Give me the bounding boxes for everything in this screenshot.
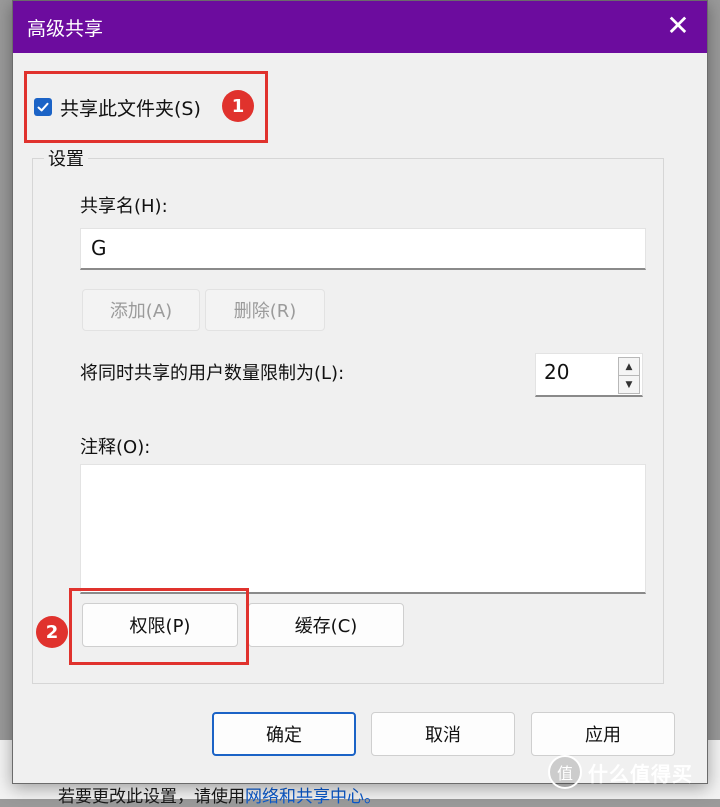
watermark-text: 什么值得买 — [588, 761, 693, 786]
ok-button[interactable]: 确定 — [212, 712, 356, 756]
user-limit-spinner[interactable]: 20 ▲ ▼ — [535, 353, 643, 397]
annotation-badge-2: 2 — [36, 616, 68, 648]
close-icon[interactable]: ✕ — [663, 11, 693, 41]
user-limit-label: 将同时共享的用户数量限制为(L): — [80, 363, 345, 384]
dialog-title: 高级共享 — [27, 18, 104, 40]
settings-group-title: 设置 — [44, 145, 88, 171]
background-hint-label: 若要更改此设置，请使用 — [58, 787, 245, 807]
network-sharing-center-link[interactable]: 网络和共享中心。 — [245, 787, 381, 807]
add-button[interactable]: 添加(A) — [82, 289, 200, 331]
annotation-box-2 — [69, 588, 249, 665]
spin-down-arrow-icon[interactable]: ▼ — [618, 375, 640, 394]
share-name-input[interactable]: G — [80, 228, 646, 270]
share-name-label: 共享名(H): — [80, 196, 168, 217]
watermark-seal-icon: 值 — [548, 755, 582, 789]
comment-label: 注释(O): — [80, 437, 151, 458]
apply-button[interactable]: 应用 — [531, 712, 675, 756]
watermark: 值 什么值得买 — [548, 752, 718, 792]
user-limit-value[interactable]: 20 — [544, 360, 569, 384]
annotation-badge-1: 1 — [222, 90, 254, 122]
background-hint-text: 若要更改此设置，请使用网络和共享中心。 — [58, 782, 381, 807]
remove-button[interactable]: 删除(R) — [205, 289, 325, 331]
spin-up-arrow-icon[interactable]: ▲ — [618, 357, 640, 376]
comment-textarea[interactable] — [80, 464, 646, 594]
caching-button[interactable]: 缓存(C) — [248, 603, 404, 647]
title-bar: 高级共享 ✕ — [13, 1, 707, 53]
cancel-button[interactable]: 取消 — [371, 712, 515, 756]
